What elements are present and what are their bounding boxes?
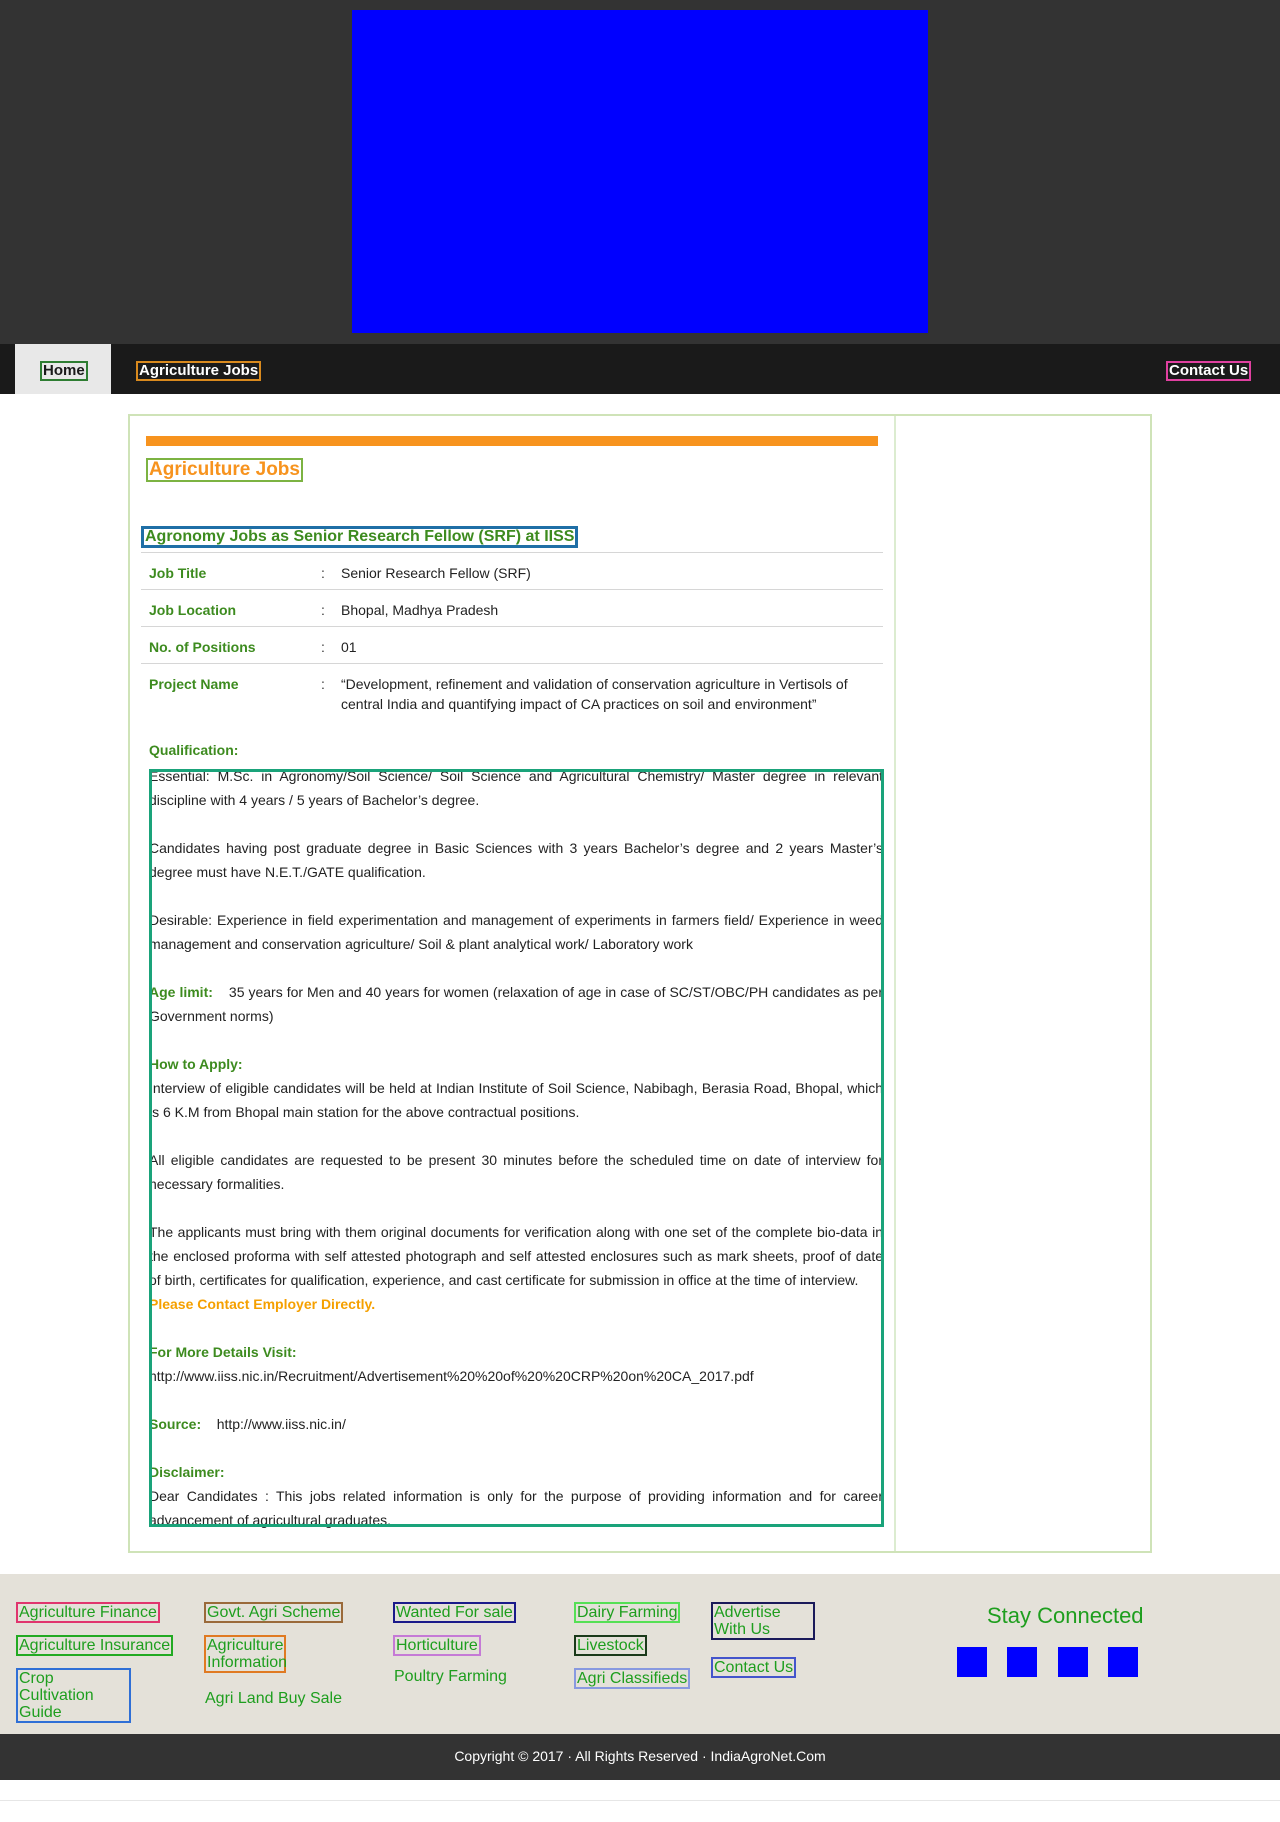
site-header xyxy=(0,0,1280,344)
contact-employer-text: Please Contact Employer Directly. xyxy=(149,1296,376,1312)
age-limit: Age limit: 35 years for Men and 40 years… xyxy=(149,980,883,1028)
details-url[interactable]: http://www.iiss.nic.in/Recruitment/Adver… xyxy=(149,1364,883,1388)
detail-row-job-title: Job Title : Senior Research Fellow (SRF) xyxy=(141,552,883,589)
nav-home-link[interactable]: Home xyxy=(40,361,88,381)
source-block: Source: http://www.iiss.nic.in/ xyxy=(149,1412,883,1436)
qualification-candidates: Candidates having post graduate degree i… xyxy=(149,840,883,880)
detail-value: “Development, refinement and validation … xyxy=(341,676,848,712)
apply-paragraph-1: Interview of eligible candidates will be… xyxy=(149,1080,883,1120)
footer-link-agriculture-information[interactable]: Agriculture Information xyxy=(204,1635,287,1673)
detail-colon: : xyxy=(321,565,325,581)
footer-link-advertise[interactable]: Advertise With Us xyxy=(711,1602,815,1640)
details-label: For More Details Visit: xyxy=(149,1344,297,1360)
section-title-link[interactable]: Agriculture Jobs xyxy=(146,458,303,482)
footer-link-wanted-for-sale[interactable]: Wanted For sale xyxy=(393,1602,516,1623)
social-icon-3[interactable] xyxy=(1058,1647,1088,1677)
age-limit-label: Age limit: xyxy=(149,984,213,1000)
source-url[interactable]: http://www.iiss.nic.in/ xyxy=(217,1416,346,1432)
social-icon-4[interactable] xyxy=(1108,1647,1138,1677)
copyright-bar: Copyright © 2017 · All Rights Reserved ·… xyxy=(0,1734,1280,1780)
contact-employer-block: Please Contact Employer Directly. xyxy=(149,1292,883,1316)
detail-value: Senior Research Fellow (SRF) xyxy=(341,565,531,581)
detail-colon: : xyxy=(321,639,325,655)
footer-link-dairy-farming[interactable]: Dairy Farming xyxy=(574,1602,681,1623)
detail-value: 01 xyxy=(341,639,357,655)
section-accent-bar xyxy=(146,436,878,446)
detail-row-job-location: Job Location : Bhopal, Madhya Pradesh xyxy=(141,589,883,626)
social-icon-2[interactable] xyxy=(1007,1647,1037,1677)
age-limit-value: 35 years for Men and 40 years for women … xyxy=(149,984,884,1024)
detail-colon: : xyxy=(321,602,325,618)
details-label-block: For More Details Visit: xyxy=(149,1340,883,1364)
footer-link-agri-classifieds[interactable]: Agri Classifieds xyxy=(574,1668,691,1689)
footer-link-horticulture[interactable]: Horticulture xyxy=(393,1635,481,1656)
banner-image xyxy=(352,10,928,333)
detail-value: Bhopal, Madhya Pradesh xyxy=(341,602,499,618)
disclaimer-text: Dear Candidates : This jobs related info… xyxy=(149,1488,883,1528)
disclaimer-label-block: Disclaimer: xyxy=(149,1460,883,1484)
detail-label: Project Name xyxy=(149,676,239,692)
how-to-apply-label-block: How to Apply: xyxy=(149,1052,883,1076)
sidebar-divider xyxy=(894,416,896,1551)
footer-link-agri-land[interactable]: Agri Land Buy Sale xyxy=(204,1690,343,1707)
detail-row-positions: No. of Positions : 01 xyxy=(141,626,883,663)
footer-link-agriculture-finance[interactable]: Agriculture Finance xyxy=(16,1602,160,1623)
apply-paragraph-3: The applicants must bring with them orig… xyxy=(149,1224,883,1288)
footer-link-crop-cultivation[interactable]: Crop Cultivation Guide xyxy=(16,1668,131,1723)
detail-label: Job Title xyxy=(149,565,207,581)
qualification-desirable: Desirable: Experience in field experimen… xyxy=(149,912,883,952)
qualification-label: Qualification: xyxy=(149,742,239,758)
disclaimer-label: Disclaimer: xyxy=(149,1464,225,1480)
footer-link-agriculture-insurance[interactable]: Agriculture Insurance xyxy=(16,1635,174,1656)
main-nav: Home Agriculture Jobs Contact Us xyxy=(0,344,1280,394)
copyright-text: Copyright © 2017 · All Rights Reserved ·… xyxy=(454,1748,826,1764)
source-label: Source: xyxy=(149,1416,202,1432)
social-icon-1[interactable] xyxy=(957,1647,987,1677)
nav-agriculture-jobs-link[interactable]: Agriculture Jobs xyxy=(136,361,262,381)
nav-contact-link[interactable]: Contact Us xyxy=(1166,361,1252,381)
job-heading-link[interactable]: Agronomy Jobs as Senior Research Fellow … xyxy=(141,526,579,548)
footer-link-contact-us[interactable]: Contact Us xyxy=(711,1657,797,1678)
detail-label: No. of Positions xyxy=(149,639,256,655)
qualification-essential: Essential: M.Sc. in Agronomy/Soil Scienc… xyxy=(149,768,883,808)
footer-link-poultry-farming[interactable]: Poultry Farming xyxy=(393,1668,508,1685)
footer-link-livestock[interactable]: Livestock xyxy=(574,1635,647,1656)
detail-colon: : xyxy=(321,676,325,692)
apply-paragraph-2: All eligible candidates are requested to… xyxy=(149,1152,883,1192)
footer-link-govt-agri-scheme[interactable]: Govt. Agri Scheme xyxy=(204,1602,344,1623)
how-to-apply-label: How to Apply: xyxy=(149,1056,243,1072)
detail-row-project-name: Project Name : “Development, refinement … xyxy=(141,663,883,723)
bottom-divider xyxy=(0,1800,1280,1801)
detail-label: Job Location xyxy=(149,602,237,618)
stay-connected-heading: Stay Connected xyxy=(987,1603,1144,1628)
